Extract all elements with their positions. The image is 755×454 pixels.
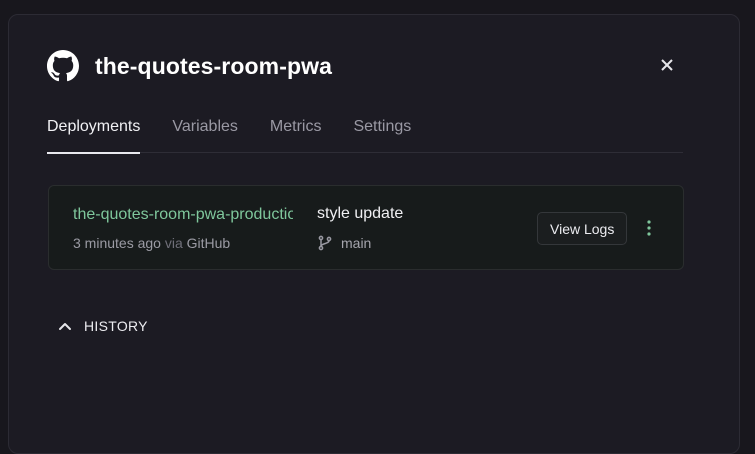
history-toggle[interactable]: HISTORY xyxy=(58,318,148,334)
github-icon xyxy=(47,50,79,82)
commit-message: style update xyxy=(317,205,404,222)
close-button[interactable] xyxy=(658,56,676,74)
view-logs-button[interactable]: View Logs xyxy=(537,212,628,245)
git-branch-icon xyxy=(317,235,333,251)
deployment-name[interactable]: the-quotes-room-pwa-production xyxy=(73,206,293,224)
chevron-up-icon xyxy=(59,323,71,330)
branch-info: main xyxy=(317,235,371,251)
branch-name: main xyxy=(341,235,372,251)
close-icon xyxy=(661,59,673,71)
tab-settings[interactable]: Settings xyxy=(353,116,411,153)
deployment-time: 3 minutes ago xyxy=(73,235,161,251)
deployment-meta: 3 minutes ago via GitHub xyxy=(73,235,230,251)
more-vertical-icon xyxy=(647,220,651,236)
deployment-card[interactable]: the-quotes-room-pwa-production 3 minutes… xyxy=(48,185,684,270)
tab-bar: Deployments Variables Metrics Settings xyxy=(47,116,683,154)
page-title: the-quotes-room-pwa xyxy=(95,52,332,79)
more-options-button[interactable] xyxy=(641,218,657,238)
deployment-via: via xyxy=(164,235,183,251)
deployment-source: GitHub xyxy=(186,235,231,251)
project-header: the-quotes-room-pwa xyxy=(47,50,332,82)
tab-metrics[interactable]: Metrics xyxy=(270,116,322,153)
history-label: HISTORY xyxy=(84,318,148,334)
tab-deployments[interactable]: Deployments xyxy=(47,116,141,154)
tab-variables[interactable]: Variables xyxy=(172,116,238,153)
